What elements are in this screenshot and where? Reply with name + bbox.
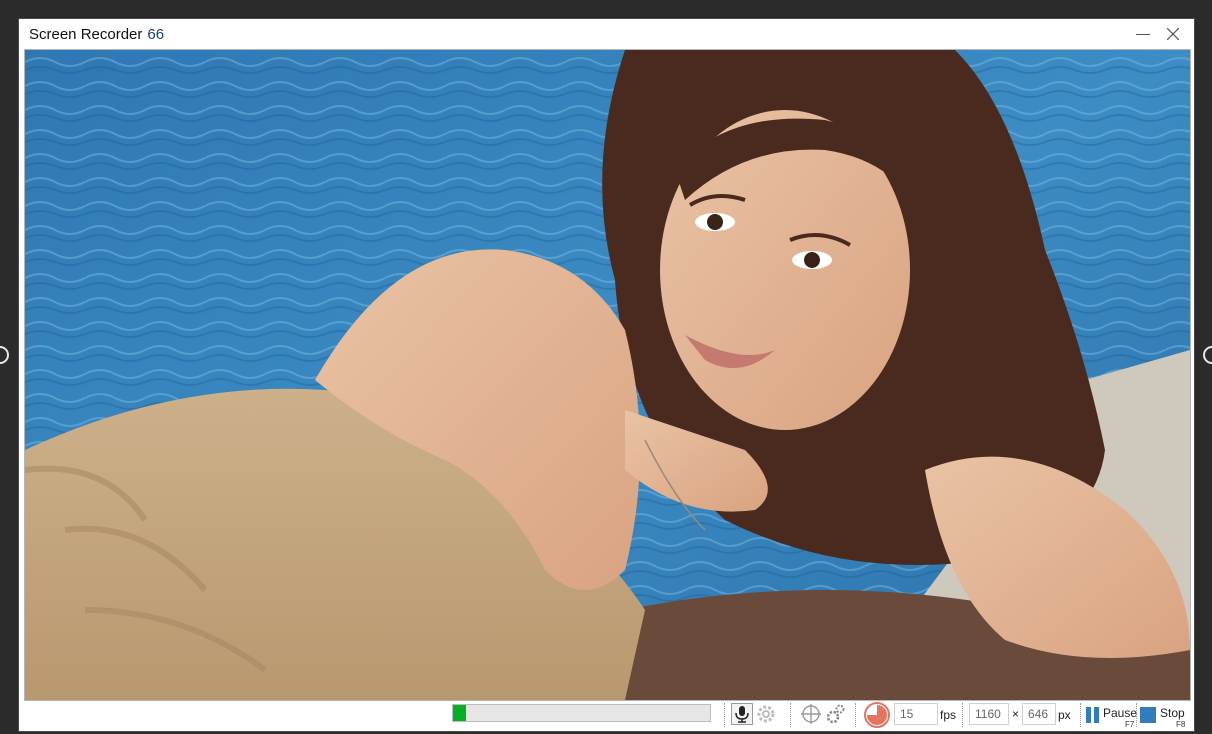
times-sign: × — [1012, 707, 1020, 721]
close-button[interactable] — [1161, 23, 1185, 45]
separator — [724, 703, 725, 727]
pause-button[interactable]: Pause F7 — [1083, 702, 1139, 729]
microphone-icon — [735, 706, 749, 723]
select-region-button[interactable] — [800, 703, 822, 725]
timer-button[interactable] — [863, 701, 891, 729]
title-bar[interactable]: Screen Recorder 66 — [19, 19, 1194, 50]
captured-photo — [25, 50, 1190, 700]
recorder-window: Screen Recorder 66 15 fps 1160 × 646 px … — [19, 19, 1194, 731]
stop-button[interactable]: Stop F8 — [1138, 702, 1190, 729]
capture-region[interactable] — [24, 49, 1191, 701]
separator — [790, 703, 791, 727]
crosshair-icon — [801, 704, 821, 724]
gear-icon — [757, 705, 775, 723]
pause-label: Pause — [1103, 706, 1138, 720]
microphone-button[interactable] — [731, 703, 753, 725]
separator — [855, 703, 856, 727]
pause-icon — [1086, 707, 1099, 723]
size-unit-label: px — [1058, 708, 1071, 722]
close-icon — [1167, 28, 1179, 40]
status-bar: 15 fps 1160 × 646 px Pause F7 Stop F8 — [19, 701, 1194, 731]
width-input[interactable]: 1160 — [969, 703, 1009, 725]
minimize-button[interactable] — [1131, 23, 1155, 45]
right-resize-handle[interactable] — [1203, 346, 1212, 364]
pie-timer-icon — [864, 702, 890, 728]
audio-settings-button[interactable] — [755, 703, 777, 725]
fps-unit-label: fps — [940, 708, 957, 722]
stop-icon — [1140, 707, 1156, 723]
left-resize-handle[interactable] — [0, 346, 9, 364]
fps-input[interactable]: 15 — [894, 703, 938, 725]
recording-progress — [452, 704, 711, 722]
separator — [1080, 703, 1081, 727]
separator — [962, 703, 963, 727]
progress-fill — [453, 705, 466, 721]
app-name: Screen Recorder — [29, 26, 143, 43]
separator — [1136, 703, 1137, 727]
stop-shortcut: F8 — [1176, 720, 1186, 729]
stop-label: Stop — [1160, 706, 1185, 720]
height-input[interactable]: 646 — [1022, 703, 1056, 725]
pause-shortcut: F7 — [1125, 720, 1135, 729]
options-button[interactable] — [825, 703, 847, 725]
height-value: 646 — [1028, 707, 1049, 721]
width-value: 1160 — [975, 707, 1001, 721]
gears-icon — [826, 704, 845, 724]
fps-value: 15 — [900, 707, 914, 721]
window-title: Screen Recorder 66 — [29, 26, 164, 43]
frame-count: 66 — [147, 26, 165, 43]
